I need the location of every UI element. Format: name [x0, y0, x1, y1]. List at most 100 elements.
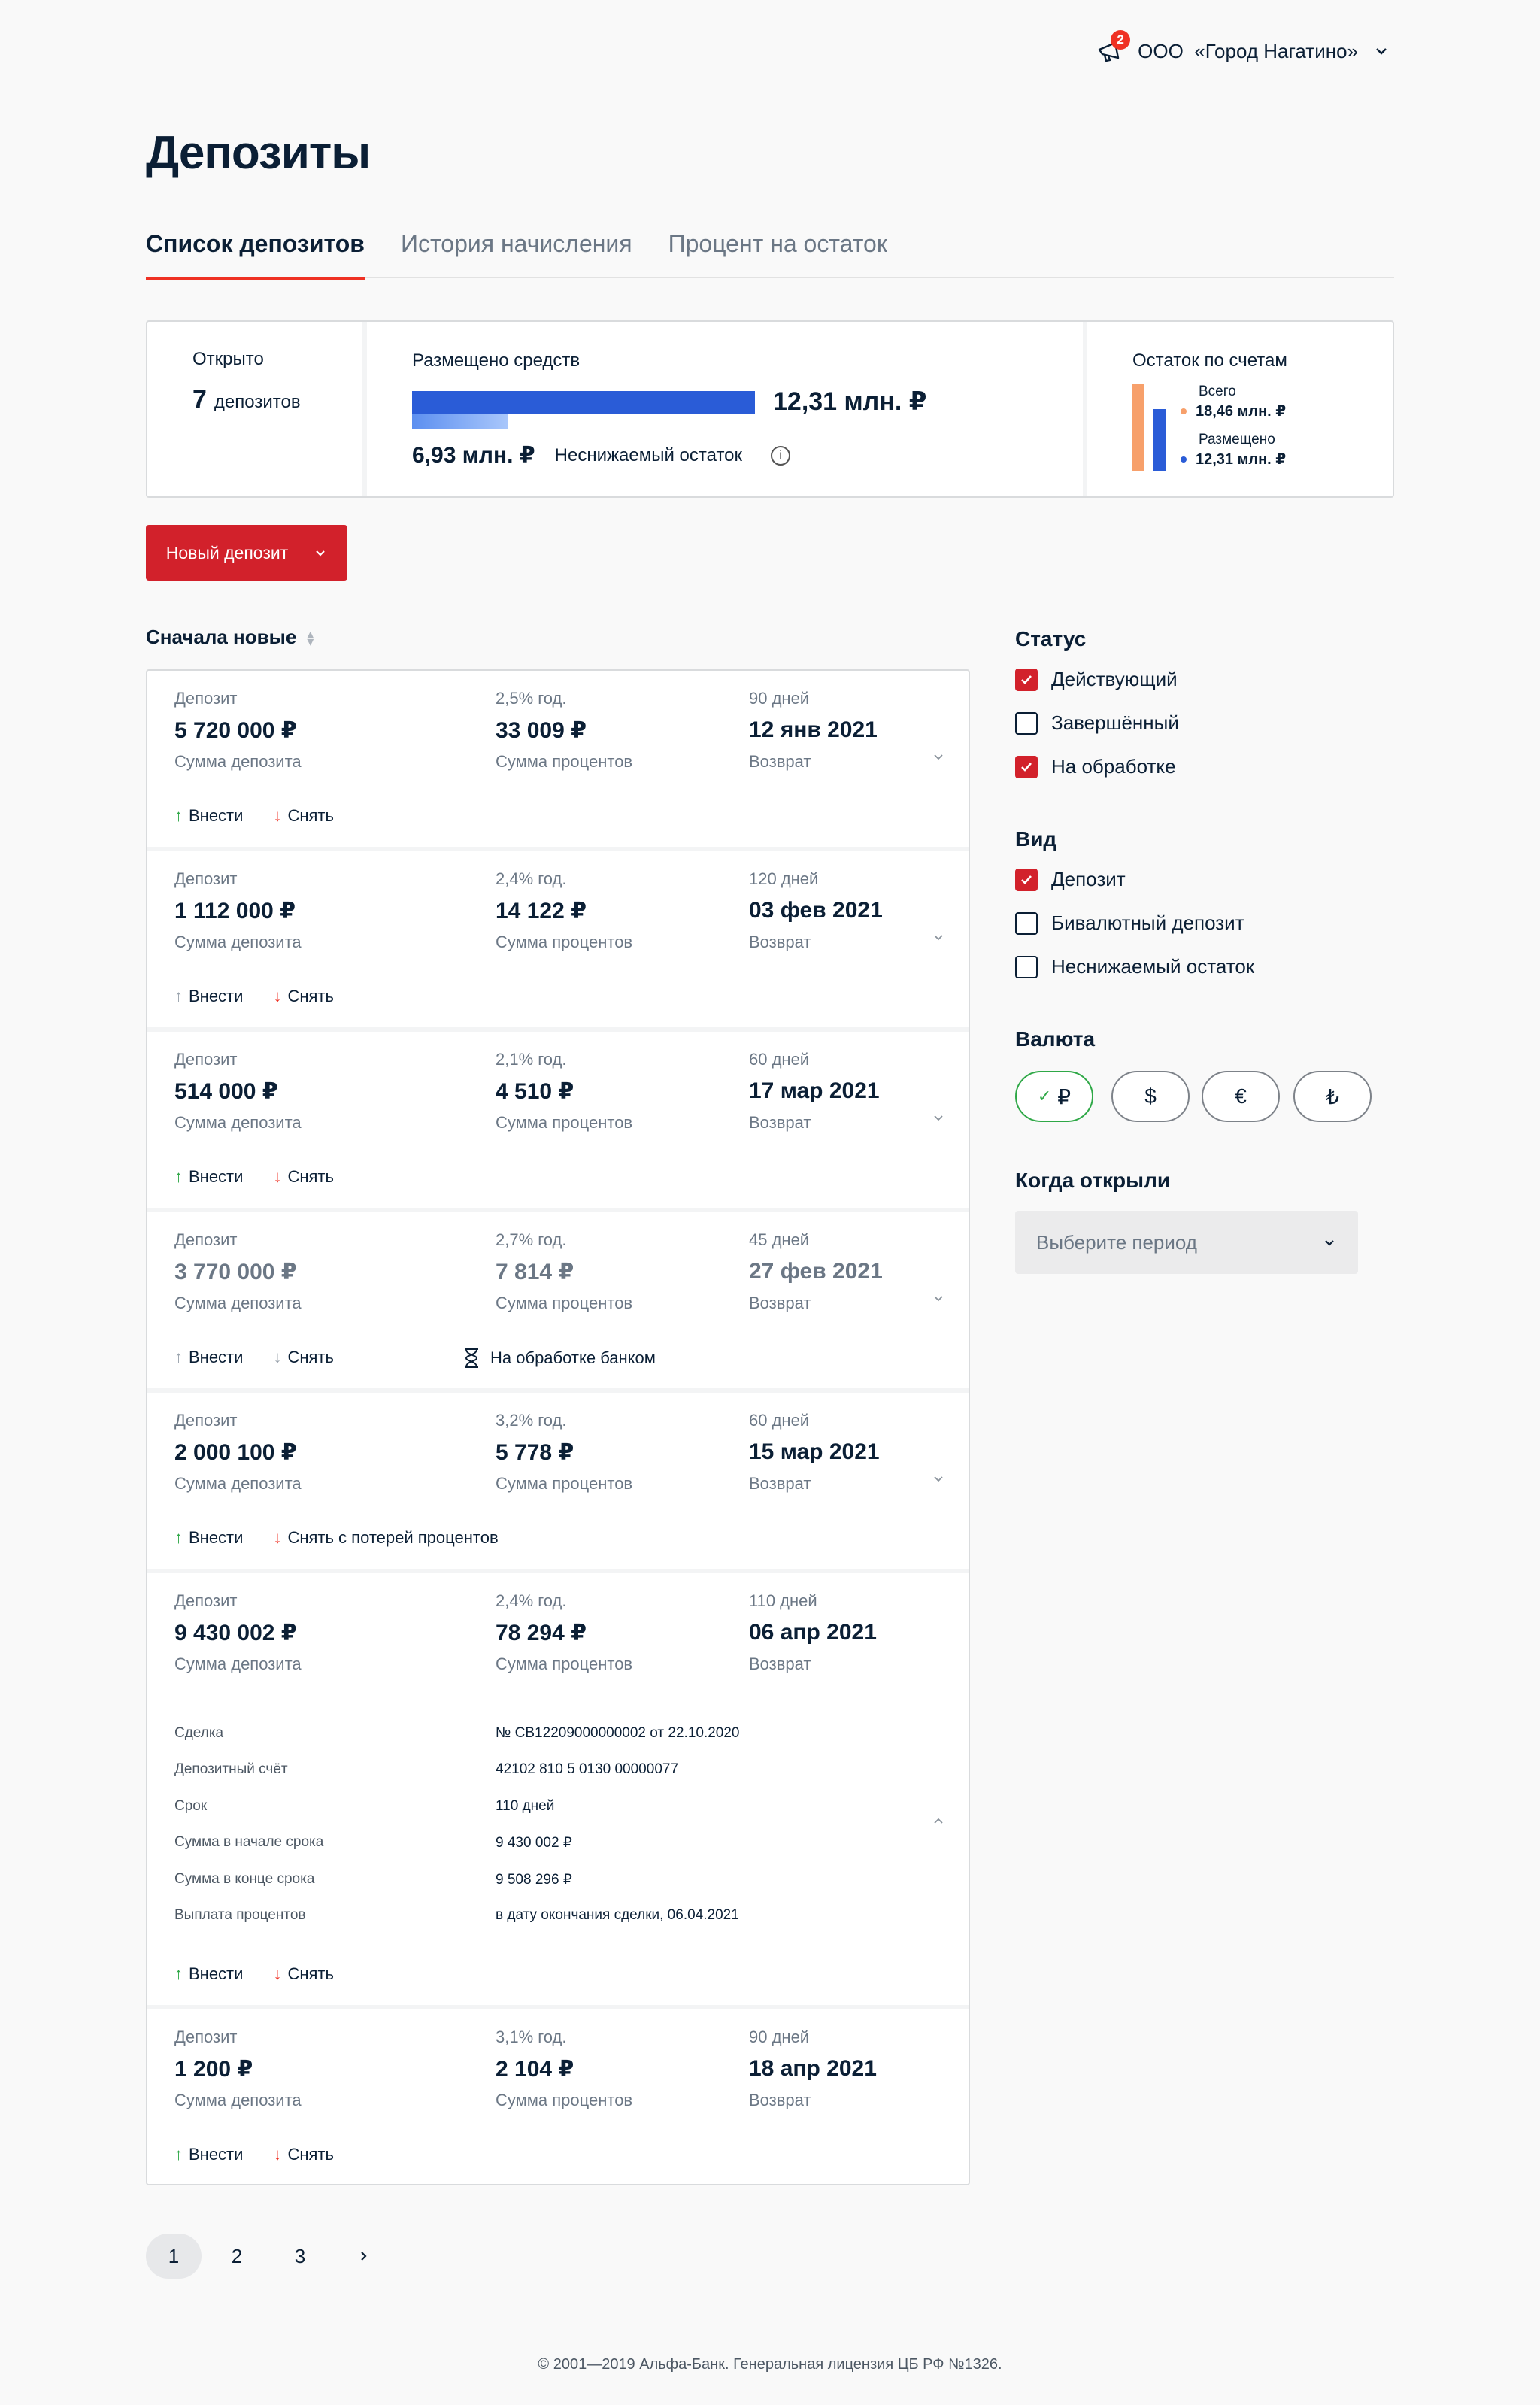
withdraw-button[interactable]: ↓ Снять с потерей процентов	[273, 1528, 498, 1548]
amount-label: Сумма депозита	[174, 1113, 302, 1132]
filter-status-finished[interactable]: Завершённый	[1015, 711, 1179, 735]
checkbox-icon	[1015, 911, 1038, 935]
detail-value: в дату окончания сделки, 06.04.2021	[496, 1907, 739, 1923]
chevron-right-icon	[361, 2252, 367, 2261]
notifications-button[interactable]: 2	[1096, 30, 1131, 65]
page-button[interactable]: 1	[146, 2234, 202, 2279]
deposit-card[interactable]: Депозит 2 000 100 ₽ Сумма депозита 3,2% …	[147, 1393, 969, 1569]
deposit-amount: 3 770 000 ₽	[174, 1260, 297, 1284]
balance-label: Остаток по счетам	[1132, 350, 1287, 371]
deposit-in-button[interactable]: ↑ Внести	[174, 1348, 243, 1367]
deposit-card[interactable]: Депозит 1 200 ₽ Сумма депозита 3,1% год.…	[147, 2009, 969, 2184]
deposit-in-label: Внести	[189, 1964, 244, 1983]
filter-kind-nonreducible[interactable]: Неснижаемый остаток	[1015, 955, 1254, 978]
withdraw-button[interactable]: ↓ Снять	[273, 1167, 334, 1187]
deposit-in-button[interactable]: ↑ Внести	[174, 2145, 243, 2164]
legend-dot-placed	[1181, 456, 1187, 462]
sort-label: Сначала новые	[146, 626, 297, 648]
arrow-up-icon: ↑	[174, 1348, 183, 1366]
withdraw-label: Снять	[287, 1964, 334, 1983]
return-date: 15 мар 2021	[749, 1439, 880, 1464]
detail-key: Выплата процентов	[174, 1907, 306, 1923]
checkbox-label: Депозит	[1051, 868, 1126, 890]
amount-label: Сумма депозита	[174, 933, 302, 951]
deposit-in-button[interactable]: ↑ Внести	[174, 806, 243, 826]
period-select[interactable]: Выберите период	[1015, 1211, 1358, 1274]
sort-control[interactable]: Сначала новые ▴ ▾	[146, 626, 314, 649]
page-button[interactable]: 2	[209, 2234, 265, 2279]
next-page-button[interactable]	[335, 2234, 391, 2279]
page-button[interactable]: 3	[272, 2234, 328, 2279]
deposit-amount: 1 112 000 ₽	[174, 899, 296, 923]
withdraw-button[interactable]: ↓ Снять	[273, 987, 334, 1006]
deposit-in-button[interactable]: ↑ Внести	[174, 987, 243, 1006]
withdraw-button[interactable]: ↓ Снять	[273, 1964, 334, 1984]
info-icon[interactable]: i	[771, 445, 791, 466]
opened-unit: депозитов	[214, 392, 301, 412]
withdraw-button[interactable]: ↓ Снять	[273, 806, 334, 826]
deposit-term: 60 дней	[749, 1411, 810, 1430]
deposit-rate: 3,1% год.	[496, 2027, 567, 2046]
currency-usd-button[interactable]: $	[1111, 1071, 1190, 1122]
arrow-down-icon: ↓	[273, 2145, 282, 2164]
withdraw-label: Снять с потерей процентов	[287, 1528, 499, 1547]
interest-label: Сумма процентов	[496, 933, 633, 951]
return-label: Возврат	[749, 933, 811, 951]
return-date: 12 янв 2021	[749, 717, 878, 742]
withdraw-button[interactable]: ↓ Снять	[273, 2145, 334, 2164]
currency-rub-button[interactable]: ✓ ₽	[1015, 1071, 1093, 1122]
footer-copyright: © 2001—2019 Альфа-Банк. Генеральная лице…	[538, 2356, 1002, 2373]
currency-eur-button[interactable]: €	[1202, 1071, 1280, 1122]
deposit-in-button[interactable]: ↑ Внести	[174, 1528, 243, 1548]
filter-status-processing[interactable]: На обработке	[1015, 755, 1176, 778]
filter-currency-title: Валюта	[1015, 1027, 1096, 1051]
deposit-in-button[interactable]: ↑ Внести	[174, 1167, 243, 1187]
arrow-up-icon: ↑	[174, 1167, 183, 1186]
currency-symbol: ₺	[1326, 1084, 1339, 1108]
withdraw-label: Снять	[287, 806, 334, 825]
tab-accrual-history[interactable]: История начисления	[401, 224, 632, 278]
detail-key: Сделка	[174, 1725, 224, 1741]
filter-kind-dual-currency[interactable]: Бивалютный депозит	[1015, 911, 1244, 935]
page-title: Депозиты	[146, 127, 371, 179]
deposit-card[interactable]: Депозит 5 720 000 ₽ Сумма депозита 2,5% …	[147, 671, 969, 847]
balance-total-value: 18,46 млн. ₽	[1196, 403, 1287, 420]
return-label: Возврат	[749, 752, 811, 771]
chevron-down-icon[interactable]	[931, 1471, 946, 1486]
balance-placed-value: 12,31 млн. ₽	[1196, 451, 1287, 468]
interest-amount: 5 778 ₽	[496, 1440, 574, 1465]
amount-label: Сумма депозита	[174, 1474, 302, 1493]
deposit-in-button[interactable]: ↑ Внести	[174, 1964, 243, 1984]
deposit-rate: 3,2% год.	[496, 1411, 567, 1430]
deposit-card[interactable]: Депозит 514 000 ₽ Сумма депозита 2,1% го…	[147, 1032, 969, 1208]
placed-block: Размещено средств 12,31 млн. ₽ 6,93 млн.…	[362, 322, 1083, 496]
chevron-down-icon[interactable]	[931, 930, 946, 945]
chevron-down-icon[interactable]	[931, 1290, 946, 1306]
withdraw-button[interactable]: ↓ Снять	[273, 1348, 334, 1367]
detail-value: 110 дней	[496, 1798, 555, 1814]
balance-placed-label: Размещено	[1199, 432, 1275, 447]
opened-count: 7	[192, 385, 207, 414]
new-deposit-button[interactable]: Новый депозит	[146, 525, 347, 581]
tab-deposit-list[interactable]: Список депозитов	[146, 224, 365, 280]
detail-key: Сумма в конце срока	[174, 1871, 315, 1887]
checkbox-label: Завершённый	[1051, 711, 1179, 734]
tab-balance-interest[interactable]: Процент на остаток	[668, 224, 887, 278]
checkbox-label: Неснижаемый остаток	[1051, 955, 1255, 978]
deposit-type: Депозит	[174, 1411, 238, 1430]
deposit-card[interactable]: Депозит 1 112 000 ₽ Сумма депозита 2,4% …	[147, 851, 969, 1027]
deposit-term: 45 дней	[749, 1230, 810, 1249]
deposit-card-expanded[interactable]: Депозит 9 430 002 ₽ Сумма депозита 2,4% …	[147, 1573, 969, 2005]
chevron-down-icon[interactable]	[931, 1110, 946, 1125]
currency-try-button[interactable]: ₺	[1293, 1071, 1372, 1122]
chevron-up-icon[interactable]	[931, 1814, 946, 1829]
filter-kind-deposit[interactable]: Депозит	[1015, 868, 1126, 891]
interest-label: Сумма процентов	[496, 1474, 633, 1493]
chevron-down-icon[interactable]	[931, 749, 946, 764]
filter-status-active[interactable]: Действующий	[1015, 668, 1178, 691]
deposit-rate: 2,4% год.	[496, 1591, 567, 1610]
interest-label: Сумма процентов	[496, 1654, 633, 1673]
deposit-card[interactable]: Депозит 3 770 000 ₽ Сумма депозита 2,7% …	[147, 1212, 969, 1388]
deposit-type: Депозит	[174, 1230, 238, 1249]
org-switcher[interactable]: 2 ООО «Город Нагатино»	[1096, 30, 1390, 65]
